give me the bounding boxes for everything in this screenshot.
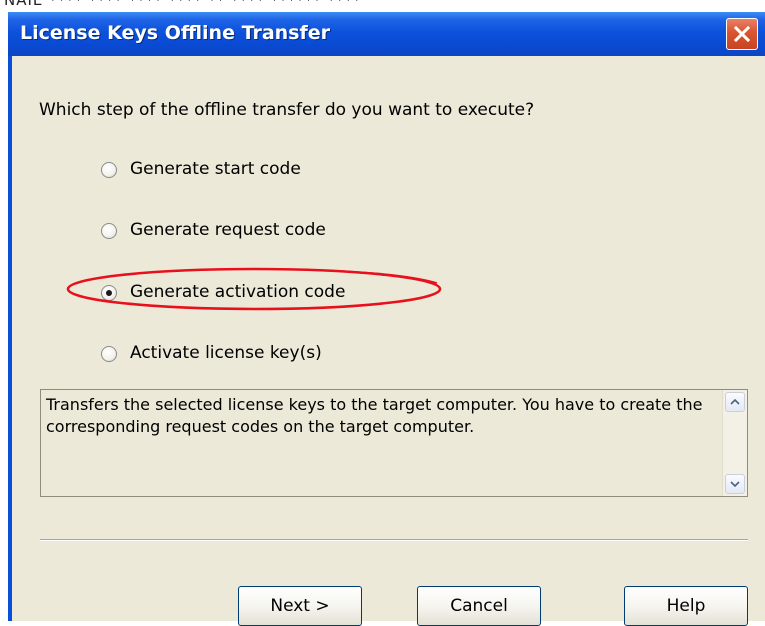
dialog-window: License Keys Offline Transfer Which step… xyxy=(8,12,765,626)
cancel-button[interactable]: Cancel xyxy=(417,586,541,626)
radio-button-selected[interactable] xyxy=(101,285,117,301)
close-button[interactable] xyxy=(726,18,758,50)
option-label[interactable]: Generate activation code xyxy=(130,282,345,302)
radio-button[interactable] xyxy=(101,346,117,362)
window-title: License Keys Offline Transfer xyxy=(20,22,331,44)
chevron-up-icon xyxy=(730,398,740,405)
scroll-up-button[interactable] xyxy=(725,392,745,412)
separator-line xyxy=(40,539,748,541)
option-label[interactable]: Generate request code xyxy=(130,220,326,240)
description-box: Transfers the selected license keys to t… xyxy=(40,389,748,497)
chevron-down-icon xyxy=(730,481,740,488)
option-label[interactable]: Activate license key(s) xyxy=(130,343,322,363)
background-window-strip: NAIE **** **** **** **** ** **** ****** … xyxy=(0,0,765,12)
radio-selected-dot xyxy=(106,290,112,296)
radio-button[interactable] xyxy=(101,162,117,178)
description-scrollbar[interactable] xyxy=(722,390,747,496)
dialog-body: Which step of the offline transfer do yo… xyxy=(12,56,765,626)
description-text: Transfers the selected license keys to t… xyxy=(46,395,703,436)
background-text: NAIE **** **** **** **** ** **** ****** … xyxy=(4,0,362,9)
next-button[interactable]: Next > xyxy=(238,586,362,626)
close-icon xyxy=(734,26,750,42)
title-bar[interactable]: License Keys Offline Transfer xyxy=(8,12,765,56)
radio-button[interactable] xyxy=(101,223,117,239)
question-label: Which step of the offline transfer do yo… xyxy=(39,100,535,120)
option-label[interactable]: Generate start code xyxy=(130,159,301,179)
scroll-down-button[interactable] xyxy=(725,474,745,494)
help-button[interactable]: Help xyxy=(624,586,748,626)
